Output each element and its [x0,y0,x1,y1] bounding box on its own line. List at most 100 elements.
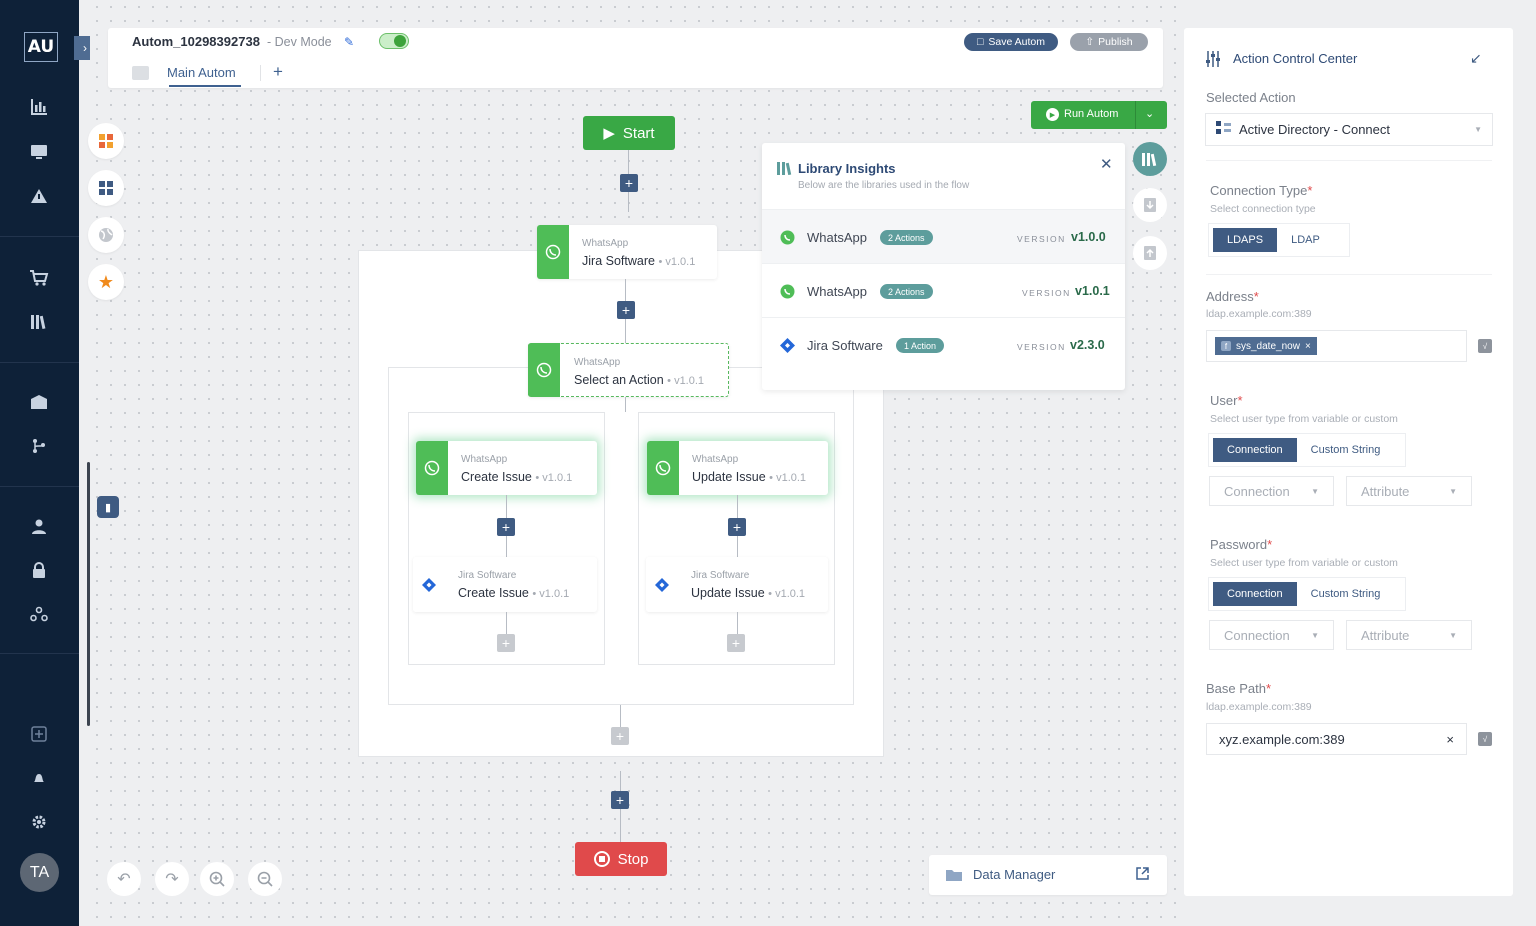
version-label: VERSION [1017,342,1066,352]
add-step-button[interactable]: + [617,301,635,319]
password-hint: Select user type from variable or custom [1210,557,1398,569]
warning-icon[interactable] [27,184,51,208]
git-branch-icon[interactable] [27,434,51,458]
add-step-button[interactable]: + [497,518,515,536]
publish-button[interactable]: ⇧ Publish [1070,33,1148,51]
sliders-icon [1205,50,1221,73]
webhook-icon[interactable] [27,602,51,626]
play-icon: ▶ [603,125,615,142]
zoom-out-icon[interactable] [248,862,282,896]
library-row[interactable]: WhatsApp 2 Actions VERSION v1.0.0 [762,209,1125,263]
bank-icon[interactable] [27,390,51,414]
lock-icon[interactable] [27,558,51,582]
user-connection-dropdown[interactable]: Connection ▼ [1209,476,1334,506]
library-version: v1.0.0 [1071,230,1106,244]
node-name: Update Issue [691,586,765,600]
custom-string-option[interactable]: Custom String [1297,582,1395,606]
redo-icon[interactable]: ↷ [155,862,189,896]
grid-tool-icon[interactable] [88,170,124,206]
library-icon[interactable] [27,310,51,334]
clear-icon[interactable]: × [1446,732,1454,747]
tab-archive-icon[interactable] [132,66,149,80]
add-step-button[interactable]: + [727,634,745,652]
globe-tool-icon[interactable] [88,217,124,253]
library-icon [777,161,793,180]
password-type-toggle: Connection Custom String [1208,577,1406,611]
cart-icon[interactable] [27,266,51,290]
ldap-option[interactable]: LDAP [1277,228,1334,252]
flow-node-create-issue[interactable]: WhatsApp Create Issue • v1.0.1 [416,441,597,495]
user-icon[interactable] [27,514,51,538]
export-icon[interactable] [1133,236,1167,270]
panel-collapse-icon[interactable]: ▮ [97,496,119,518]
ldaps-option[interactable]: LDAPS [1213,228,1278,252]
library-row[interactable]: WhatsApp 2 Actions VERSION v1.0.1 [762,263,1125,317]
dev-mode-toggle[interactable] [379,33,409,49]
flow-node-jira-create-issue[interactable]: Jira Software Create Issue • v1.0.1 [413,557,597,612]
custom-string-option[interactable]: Custom String [1297,438,1395,462]
undo-icon[interactable]: ↶ [107,862,141,896]
selected-action-dropdown[interactable]: Active Directory - Connect ▼ [1205,113,1493,146]
notification-bell-icon[interactable] [27,766,51,790]
flow-node-jira-update-issue[interactable]: Jira Software Update Issue • v1.0.1 [646,557,828,612]
components-tool-icon[interactable] [88,123,124,159]
run-autom-button[interactable]: ▶ Run Autom ⌄ [1031,101,1167,129]
collapse-panel-icon[interactable]: ↙ [1470,50,1482,67]
library-name: Jira Software [807,338,883,353]
flow-node-update-issue[interactable]: WhatsApp Update Issue • v1.0.1 [647,441,828,495]
analytics-icon[interactable] [27,95,51,119]
start-node[interactable]: ▶ Start [583,116,675,150]
import-icon[interactable] [1133,188,1167,222]
dropdown-value: Connection [1224,483,1290,499]
add-step-button[interactable]: + [497,634,515,652]
user-attribute-dropdown[interactable]: Attribute ▼ [1346,476,1472,506]
action-control-panel: Action Control Center ↙ Selected Action … [1184,28,1513,896]
node-category: Jira Software [691,570,750,581]
stop-node[interactable]: Stop [575,842,667,876]
tab-main-autom[interactable]: Main Autom [167,65,236,80]
connection-option[interactable]: Connection [1213,582,1297,606]
favorites-star-icon[interactable]: ★ [88,264,124,300]
monitor-icon[interactable] [27,140,51,164]
zoom-in-icon[interactable] [200,862,234,896]
add-step-button[interactable]: + [620,174,638,192]
remove-chip-icon[interactable]: × [1305,341,1311,352]
panel-title: Action Control Center [1233,51,1358,66]
connection-option[interactable]: Connection [1213,438,1297,462]
library-row[interactable]: Jira Software 1 Action VERSION v2.3.0 [762,317,1125,371]
edit-title-icon[interactable]: ✎ [344,35,354,49]
selected-action-label: Selected Action [1206,90,1296,105]
nav-divider [0,236,79,237]
user-avatar[interactable]: TA [20,853,59,892]
password-connection-dropdown[interactable]: Connection ▼ [1209,620,1334,650]
add-step-button[interactable]: + [611,791,629,809]
save-autom-button[interactable]: □ Save Autom [964,33,1058,51]
run-divider [1135,101,1136,129]
open-external-icon[interactable] [1135,866,1150,886]
node-category: WhatsApp [574,357,621,368]
close-icon[interactable]: ✕ [1100,155,1113,173]
flow-node-jira-software[interactable]: WhatsApp Jira Software • v1.0.1 [537,225,717,279]
run-options-chevron-icon[interactable]: ⌄ [1145,107,1154,120]
data-manager-button[interactable]: Data Manager [929,855,1167,895]
add-step-button[interactable]: + [611,727,629,745]
canvas-scrollbar[interactable] [87,462,90,726]
add-tab-button[interactable]: + [273,62,283,82]
function-icon[interactable]: √ [1478,732,1492,746]
save-label: Save Autom [988,36,1045,48]
node-title: Create Issue • v1.0.1 [461,470,573,484]
password-attribute-dropdown[interactable]: Attribute ▼ [1346,620,1472,650]
base-path-input[interactable]: xyz.example.com:389 × [1206,723,1467,755]
flow-node-select-action[interactable]: WhatsApp Select an Action • v1.0.1 [528,343,729,397]
node-title: Select an Action • v1.0.1 [574,373,705,387]
node-version: v1.0.1 [776,472,807,484]
function-icon[interactable]: √ [1478,339,1492,353]
add-step-button[interactable]: + [728,518,746,536]
add-box-icon[interactable] [27,722,51,746]
settings-gear-icon[interactable] [27,810,51,834]
app-logo[interactable]: AU [24,32,58,62]
library-insights-toggle-icon[interactable] [1133,142,1167,176]
address-input[interactable]: f sys_date_now × [1206,330,1467,362]
node-name: Update Issue [692,470,766,484]
variable-chip[interactable]: f sys_date_now × [1215,337,1317,355]
